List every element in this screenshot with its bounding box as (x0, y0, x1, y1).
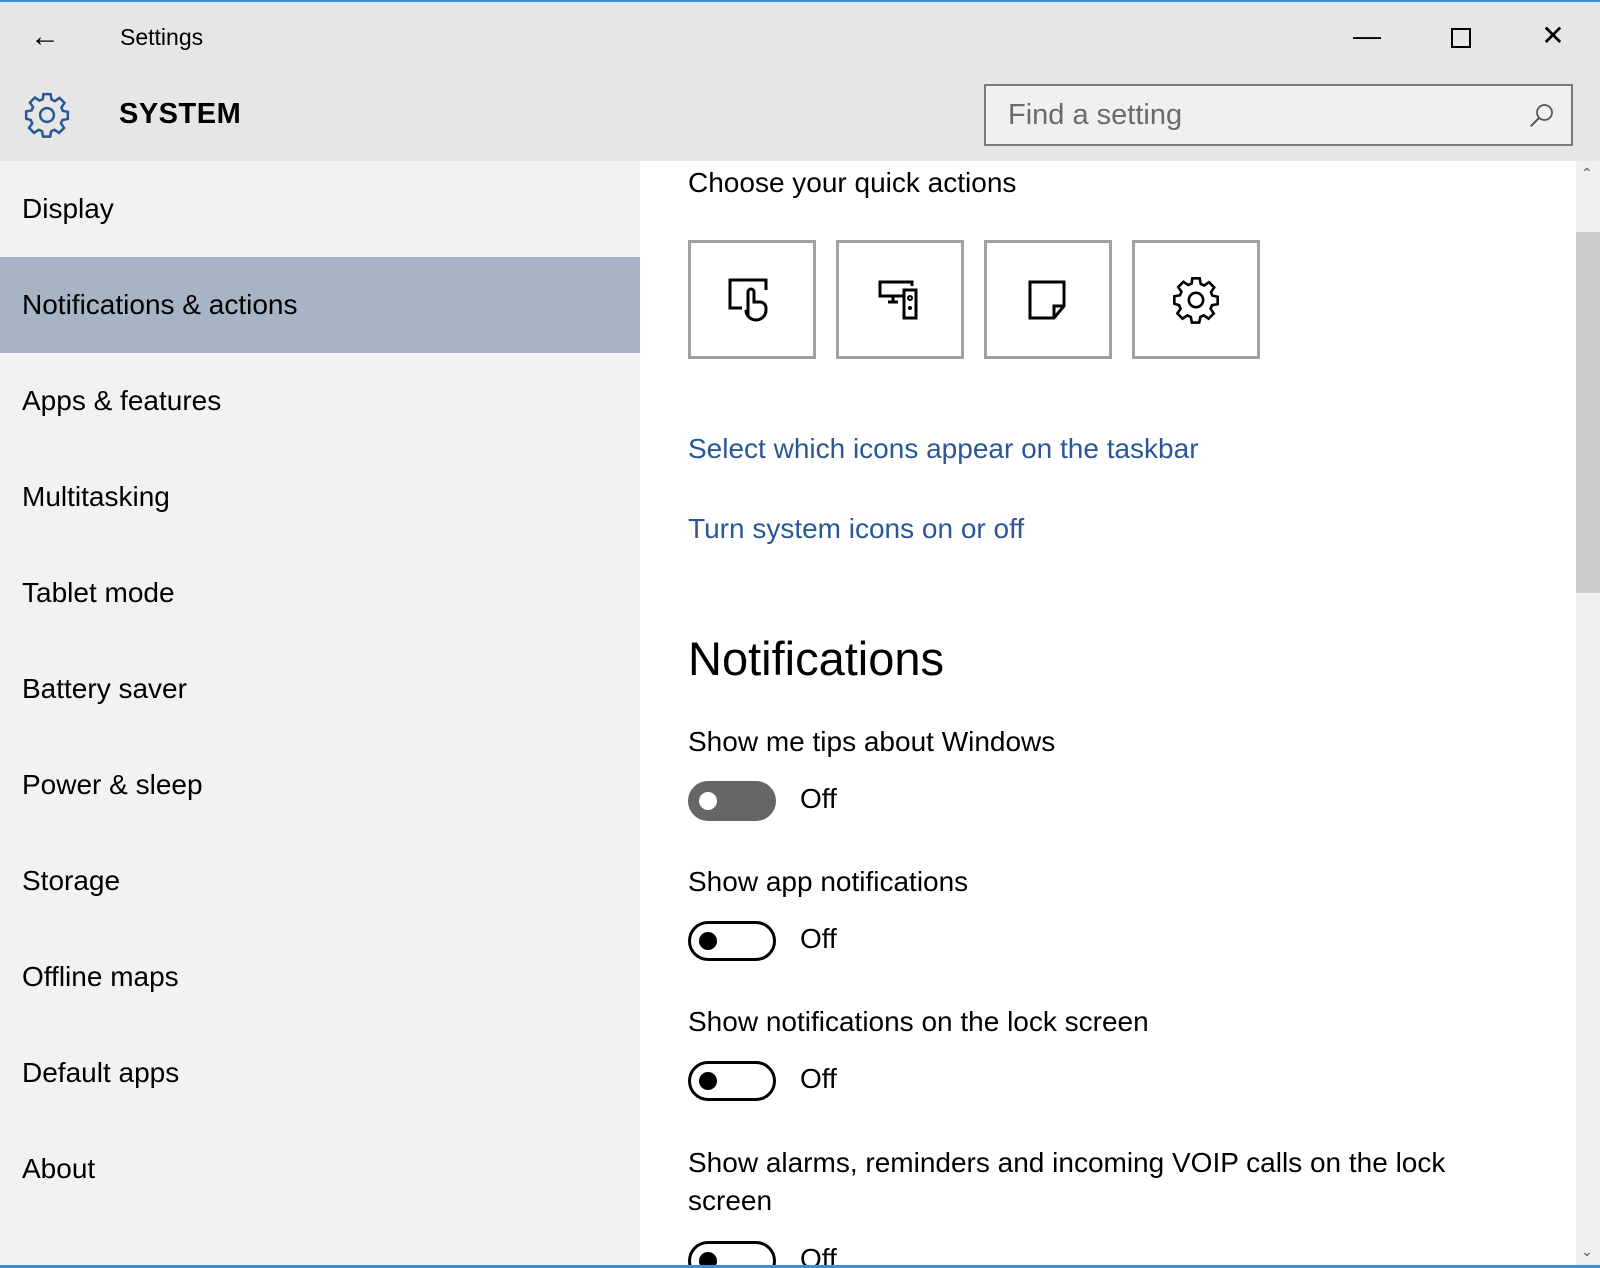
note-icon (1028, 280, 1066, 319)
sidebar-item-label: Notifications & actions (22, 289, 298, 320)
sidebar-item-label: Storage (22, 865, 121, 896)
title-bar: ← Settings — ✕ SYSTEM (0, 0, 1600, 161)
maximize-icon[interactable] (1438, 16, 1484, 56)
taskbar-icons-link[interactable]: Select which icons appear on the taskbar (688, 433, 1199, 465)
sidebar-item-power-sleep[interactable]: Power & sleep (0, 737, 640, 833)
arrow-left-icon[interactable]: ← (30, 20, 60, 54)
connect-devices-icon (878, 280, 918, 319)
chevron-down-icon[interactable]: ⌄ (1581, 1243, 1593, 1260)
tablet-mode-icon (728, 278, 768, 321)
sidebar-item-label: Battery saver (22, 673, 187, 704)
alarms-voip-toggle[interactable] (688, 1241, 776, 1268)
window-title: Settings (120, 24, 204, 50)
sidebar: Display Notifications & actions Apps & f… (0, 161, 640, 1268)
notifications-heading: Notifications (688, 632, 944, 685)
chevron-up-icon[interactable]: ⌃ (1581, 165, 1593, 182)
toggle-knob (699, 932, 717, 950)
toggle-state: Off (800, 1063, 837, 1094)
page-title: SYSTEM (119, 98, 242, 130)
system-icons-link[interactable]: Turn system icons on or off (688, 513, 1024, 545)
sidebar-item-label: Power & sleep (22, 769, 203, 800)
scrollbar-thumb[interactable] (1576, 232, 1600, 593)
sidebar-item-multitasking[interactable]: Multitasking (0, 449, 640, 545)
quick-action-note[interactable] (984, 240, 1112, 359)
sidebar-item-tablet-mode[interactable]: Tablet mode (0, 545, 640, 641)
sidebar-item-label: Multitasking (22, 481, 170, 512)
toggle-knob (699, 792, 717, 810)
sidebar-item-label: Tablet mode (22, 577, 175, 608)
setting-label: Show notifications on the lock screen (688, 1006, 1149, 1037)
sidebar-item-battery-saver[interactable]: Battery saver (0, 641, 640, 737)
quick-action-tablet-mode[interactable] (688, 240, 816, 359)
sidebar-item-label: Default apps (22, 1057, 180, 1088)
setting-label: Show me tips about Windows (688, 726, 1056, 757)
sidebar-item-notifications[interactable]: Notifications & actions (0, 257, 640, 353)
sidebar-item-storage[interactable]: Storage (0, 833, 640, 929)
close-icon[interactable]: ✕ (1530, 16, 1576, 56)
sidebar-item-display[interactable]: Display (0, 161, 640, 257)
settings-gear-icon (1173, 276, 1219, 324)
sidebar-item-apps[interactable]: Apps & features (0, 353, 640, 449)
toggle-state: Off (800, 923, 837, 954)
toggle-state: Off (800, 783, 837, 814)
search-box[interactable] (984, 84, 1573, 146)
quick-action-settings[interactable] (1132, 240, 1260, 359)
quick-action-connect[interactable] (836, 240, 964, 359)
gear-icon (24, 92, 70, 138)
search-input[interactable] (986, 86, 1506, 144)
sidebar-item-label: Apps & features (22, 385, 222, 416)
setting-label: Show app notifications (688, 866, 969, 897)
sidebar-item-label: Display (22, 193, 114, 224)
content-pane: Choose your quick actions Select which i… (640, 161, 1576, 1268)
setting-label: Show alarms, reminders and incoming VOIP… (688, 1147, 1446, 1216)
sidebar-item-default-apps[interactable]: Default apps (0, 1025, 640, 1121)
sidebar-item-about[interactable]: About (0, 1121, 640, 1217)
tips-toggle[interactable] (688, 781, 776, 821)
quick-actions-title: Choose your quick actions (688, 167, 1017, 198)
sidebar-item-label: Offline maps (22, 961, 179, 992)
app-notifications-toggle[interactable] (688, 921, 776, 961)
sidebar-item-label: About (22, 1153, 96, 1184)
lock-screen-notifications-toggle[interactable] (688, 1061, 776, 1101)
sidebar-item-offline-maps[interactable]: Offline maps (0, 929, 640, 1025)
scrollbar[interactable]: ⌃ ⌄ (1576, 161, 1600, 1268)
minimize-icon[interactable]: — (1344, 16, 1390, 56)
search-icon[interactable] (1527, 100, 1557, 130)
toggle-knob (699, 1072, 717, 1090)
